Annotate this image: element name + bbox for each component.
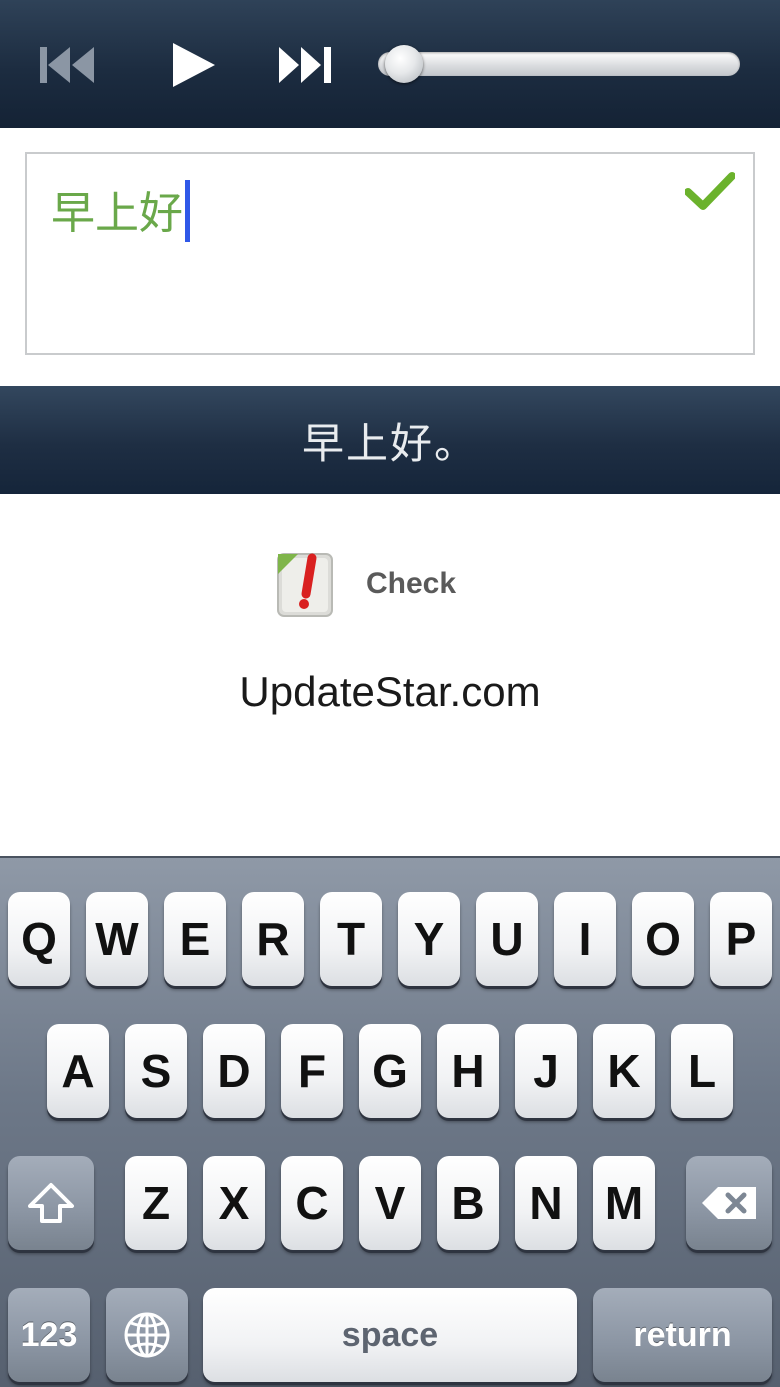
progress-slider[interactable]: [378, 45, 740, 83]
backspace-icon: [702, 1187, 756, 1219]
key-q[interactable]: Q: [8, 892, 70, 986]
key-g[interactable]: G: [359, 1024, 421, 1118]
shift-arrow-icon: [28, 1183, 74, 1223]
key-e[interactable]: E: [164, 892, 226, 986]
key-t[interactable]: T: [320, 892, 382, 986]
key-a[interactable]: A: [47, 1024, 109, 1118]
backspace-key[interactable]: [686, 1156, 772, 1250]
watermark: UpdateStar.com: [239, 668, 541, 715]
key-r[interactable]: R: [242, 892, 304, 986]
answer-text: 早上好: [51, 188, 183, 239]
key-x[interactable]: X: [203, 1156, 265, 1250]
sentence-bar: 早上好。: [0, 386, 780, 494]
globe-key[interactable]: [106, 1288, 188, 1382]
space-key[interactable]: space: [203, 1288, 577, 1382]
play-icon: [173, 43, 215, 87]
return-key[interactable]: return: [593, 1288, 772, 1382]
key-v[interactable]: V: [359, 1156, 421, 1250]
play-button[interactable]: [158, 34, 228, 96]
key-k[interactable]: K: [593, 1024, 655, 1118]
previous-button[interactable]: [32, 34, 102, 96]
numbers-key[interactable]: 123: [8, 1288, 90, 1382]
key-w[interactable]: W: [86, 892, 148, 986]
key-p[interactable]: P: [710, 892, 772, 986]
key-y[interactable]: Y: [398, 892, 460, 986]
key-j[interactable]: J: [515, 1024, 577, 1118]
key-h[interactable]: H: [437, 1024, 499, 1118]
next-button[interactable]: [270, 34, 340, 96]
key-z[interactable]: Z: [125, 1156, 187, 1250]
key-m[interactable]: M: [593, 1156, 655, 1250]
key-d[interactable]: D: [203, 1024, 265, 1118]
checkmark-icon: [685, 172, 735, 210]
key-s[interactable]: S: [125, 1024, 187, 1118]
skip-next-icon: [279, 47, 331, 83]
audio-player-bar: [0, 0, 780, 128]
skip-previous-icon: [40, 47, 94, 83]
check-button[interactable]: Check: [272, 548, 472, 620]
document-exclamation-icon: [277, 553, 333, 617]
text-caret: [185, 180, 190, 242]
key-l[interactable]: L: [671, 1024, 733, 1118]
key-i[interactable]: I: [554, 892, 616, 986]
key-c[interactable]: C: [281, 1156, 343, 1250]
key-b[interactable]: B: [437, 1156, 499, 1250]
check-label: Check: [366, 567, 457, 600]
key-n[interactable]: N: [515, 1156, 577, 1250]
sentence-text: 早上好。: [301, 418, 478, 468]
progress-knob[interactable]: [385, 45, 424, 83]
globe-icon: [124, 1312, 170, 1358]
key-f[interactable]: F: [281, 1024, 343, 1118]
key-u[interactable]: U: [476, 892, 538, 986]
shift-key[interactable]: [8, 1156, 94, 1250]
key-o[interactable]: O: [632, 892, 694, 986]
answer-input[interactable]: 早上好: [25, 152, 755, 355]
on-screen-keyboard: Q W E R T Y U I O P A S D F G H J K L Z …: [0, 856, 780, 1387]
